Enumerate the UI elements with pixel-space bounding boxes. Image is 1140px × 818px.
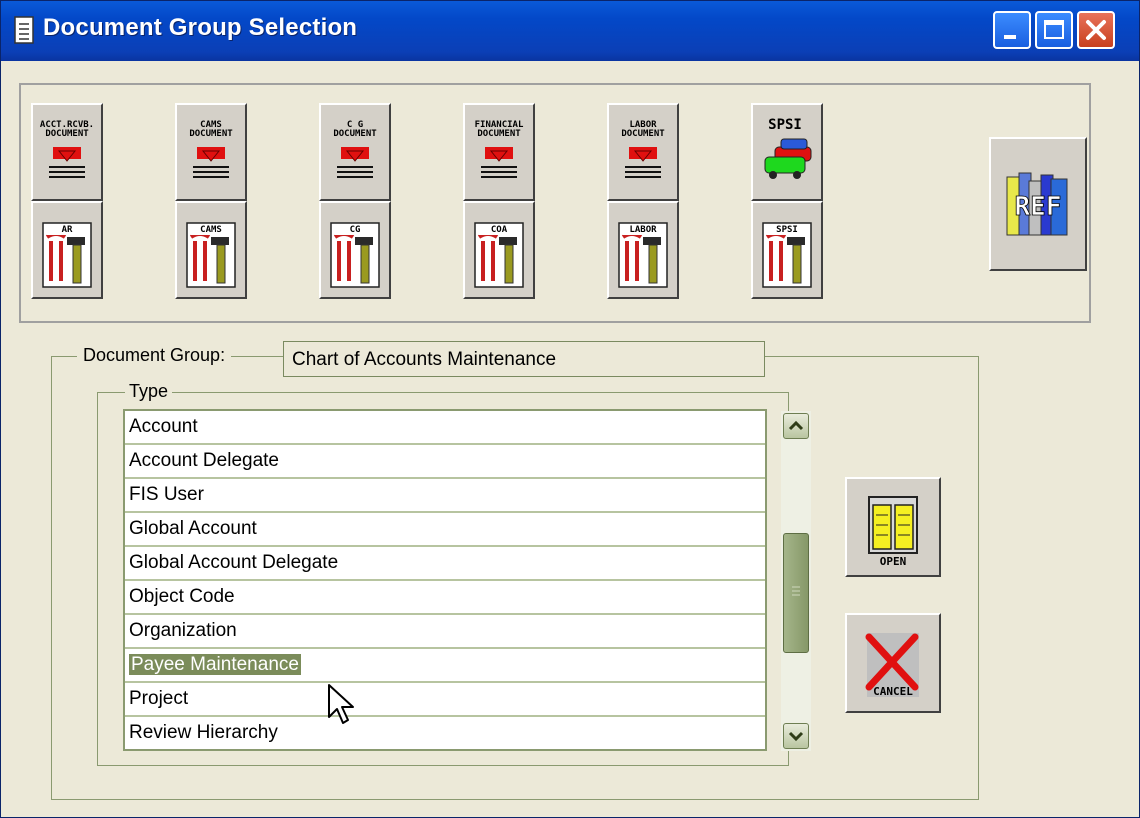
type-list-item-label: Project: [129, 688, 189, 709]
document-group-selection-window: Document Group Selection ACCT.RCVB. DOCU…: [0, 0, 1140, 818]
type-list-item[interactable]: Object Code: [125, 581, 765, 615]
type-list[interactable]: Account Account Delegate FIS User Global Ac…: [123, 409, 767, 751]
cancel-label: CANCEL: [873, 685, 913, 698]
document-button-1[interactable]: CAMS DOCUMENT: [175, 103, 247, 201]
open-label: OPEN: [880, 555, 907, 568]
type-list-item-label: Object Code: [129, 586, 235, 607]
tool-label: CG: [335, 225, 375, 235]
tool-button-4[interactable]: LABOR: [607, 201, 679, 299]
document-download-icon: [193, 147, 229, 178]
tools-icon: [762, 222, 812, 288]
ref-button[interactable]: REF: [989, 137, 1087, 271]
scroll-down-button[interactable]: [783, 723, 809, 749]
tool-button-0[interactable]: AR: [31, 201, 103, 299]
books-ref-icon: REF: [1006, 172, 1068, 236]
cancel-x-icon: CANCEL: [865, 633, 919, 698]
document-icon: [14, 16, 34, 44]
type-list-item-label: FIS User: [129, 484, 204, 505]
tool-button-5[interactable]: SPSI: [751, 201, 823, 299]
tool-label: SPSI: [767, 225, 807, 235]
chevron-up-icon: [788, 420, 804, 431]
type-list-item[interactable]: Project: [125, 683, 765, 717]
ref-label: REF: [1015, 192, 1062, 222]
maximize-icon: [1044, 20, 1064, 39]
type-list-item-label: Review Hierarchy: [129, 722, 278, 743]
tool-label: LABOR: [623, 225, 663, 235]
document-download-icon: [481, 147, 517, 178]
tool-button-1[interactable]: CAMS: [175, 201, 247, 299]
close-button[interactable]: [1077, 11, 1115, 49]
tools-icon: [186, 222, 236, 288]
tools-icon: [330, 222, 380, 288]
document-group-field: Chart of Accounts Maintenance: [283, 341, 765, 377]
type-list-item-label: Global Account: [129, 518, 257, 539]
type-list-item[interactable]: Review Hierarchy: [125, 717, 765, 749]
tools-icon: [474, 222, 524, 288]
type-list-item[interactable]: Organization: [125, 615, 765, 649]
tool-label: CAMS: [191, 225, 231, 235]
document-download-icon: [49, 147, 85, 178]
document-button-0[interactable]: ACCT.RCVB. DOCUMENT: [31, 103, 103, 201]
type-list-item[interactable]: Account Delegate: [125, 445, 765, 479]
type-list-item[interactable]: FIS User: [125, 479, 765, 513]
document-download-icon: [625, 147, 661, 178]
tools-icon: [618, 222, 668, 288]
scroll-up-button[interactable]: [783, 413, 809, 439]
tools-icon: [42, 222, 92, 288]
chevron-down-icon: [788, 731, 804, 742]
window-title: Document Group Selection: [43, 14, 358, 41]
document-group-label: Document Group:: [77, 345, 232, 366]
type-list-item[interactable]: Account: [125, 411, 765, 445]
title-bar[interactable]: Document Group Selection: [1, 1, 1139, 61]
type-list-item-label: Account: [129, 416, 198, 437]
type-list-item-label: Global Account Delegate: [129, 552, 339, 573]
type-list-item-label: Payee Maintenance: [129, 654, 301, 675]
type-list-item[interactable]: Global Account Delegate: [125, 547, 765, 581]
grip-icon: [792, 586, 800, 596]
minimize-button[interactable]: [993, 11, 1031, 49]
minimize-icon: [1004, 35, 1016, 39]
close-icon: [1086, 20, 1106, 40]
mouse-cursor-icon: [328, 684, 354, 724]
type-list-item[interactable]: Payee Maintenance: [125, 649, 765, 683]
tool-label: AR: [47, 225, 87, 235]
type-list-scrollbar[interactable]: [781, 411, 811, 751]
document-toolbar: ACCT.RCVB. DOCUMENT CAMS DOCUMENT C G DOCU…: [19, 83, 1091, 323]
tool-button-3[interactable]: COA: [463, 201, 535, 299]
type-label: Type: [125, 381, 173, 402]
document-download-icon: [337, 147, 373, 178]
open-button[interactable]: OPEN: [845, 477, 941, 577]
spsi-label: SPSI: [768, 117, 802, 133]
maximize-button[interactable]: [1035, 11, 1073, 49]
tool-label: COA: [479, 225, 519, 235]
scroll-thumb[interactable]: [783, 533, 809, 653]
type-list-item[interactable]: Global Account: [125, 513, 765, 547]
type-list-item-label: Account Delegate: [129, 450, 279, 471]
cancel-button[interactable]: CANCEL: [845, 613, 941, 713]
document-button-4[interactable]: LABOR DOCUMENT: [607, 103, 679, 201]
type-list-item-label: Organization: [129, 620, 237, 641]
document-button-3[interactable]: FINANCIAL DOCUMENT: [463, 103, 535, 201]
document-button-2[interactable]: C G DOCUMENT: [319, 103, 391, 201]
document-button-5[interactable]: SPSI: [751, 103, 823, 201]
open-door-icon: OPEN: [868, 496, 918, 568]
tool-button-2[interactable]: CG: [319, 201, 391, 299]
